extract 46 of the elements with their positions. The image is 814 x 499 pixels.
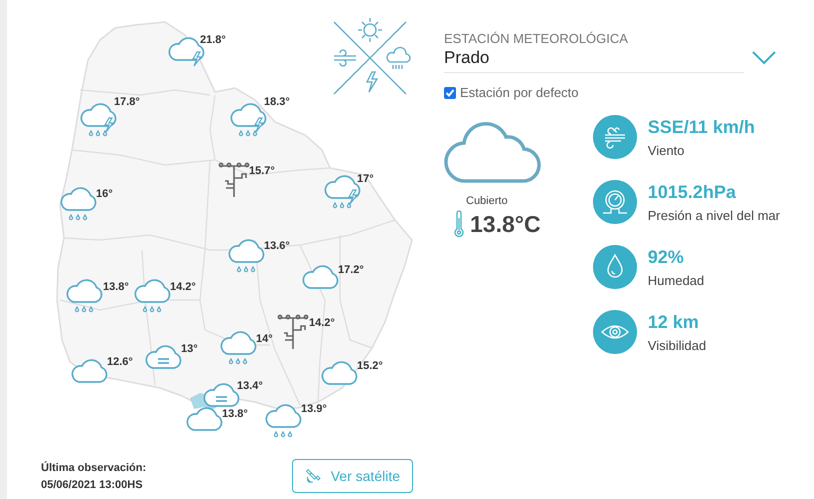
station-temperature: 14.2° xyxy=(170,281,196,293)
station-temperature: 14.2° xyxy=(309,317,335,329)
temperature-value: 13.8°C xyxy=(470,210,541,238)
metric-label: Viento xyxy=(648,142,686,158)
observation-label: Última observación: xyxy=(41,462,146,474)
metric-value: 12 km xyxy=(648,312,700,332)
gauge-icon xyxy=(592,180,637,224)
station-temperature: 13.4° xyxy=(237,380,263,392)
metric-label: Presión a nivel del mar xyxy=(648,208,780,222)
metric-value: 1015.2hPa xyxy=(648,182,737,202)
default-station-label: Estación por defecto xyxy=(460,85,579,100)
station-temperature: 17° xyxy=(357,173,374,185)
thermometer-icon xyxy=(454,210,464,238)
metric-label: Humedad xyxy=(648,272,704,288)
cloud-rain-icon xyxy=(226,236,266,274)
station-temperature: 14° xyxy=(256,333,273,345)
cloud-rain-icon xyxy=(218,328,258,366)
cloud-rain-icon xyxy=(132,276,172,314)
station-temperature: 13° xyxy=(181,343,198,355)
eye-icon xyxy=(592,310,637,354)
station-temperature: 21.8° xyxy=(200,34,226,46)
station-temperature: 15.7° xyxy=(249,165,275,177)
station-temperature: 13.9° xyxy=(301,403,327,415)
station-temperature: 13.8° xyxy=(103,281,129,293)
station-temperature: 13.6° xyxy=(264,240,290,252)
condition-label: Cubierto xyxy=(466,195,508,207)
station-temperature: 15.2° xyxy=(357,360,383,372)
chevron-down-icon xyxy=(752,51,776,65)
drop-icon xyxy=(592,245,637,289)
station-temperature: 17.2° xyxy=(338,264,364,276)
default-station-checkbox[interactable] xyxy=(444,86,456,98)
metric-value: 92% xyxy=(648,246,685,268)
satellite-icon xyxy=(305,466,321,486)
station-dropdown[interactable]: ESTACIÓN METEOROLÓGICA Prado xyxy=(444,31,744,73)
station-temperature: 12.6° xyxy=(107,356,133,368)
metric-value: SSE/11 km/h xyxy=(648,116,755,138)
cloud-rain-icon xyxy=(263,401,303,439)
station-temperature: 13.8° xyxy=(222,408,248,420)
cloud-rain-icon xyxy=(58,184,98,222)
station-temperature: 17.8° xyxy=(114,96,140,108)
cloud-rain-icon xyxy=(64,276,104,314)
station-temperature: 16° xyxy=(96,188,113,200)
wind-icon xyxy=(592,115,637,159)
station-temperature: 18.3° xyxy=(264,96,290,108)
observation-time: 05/06/2021 13:00HS xyxy=(41,479,144,491)
metric-label: Visibilidad xyxy=(648,338,706,352)
